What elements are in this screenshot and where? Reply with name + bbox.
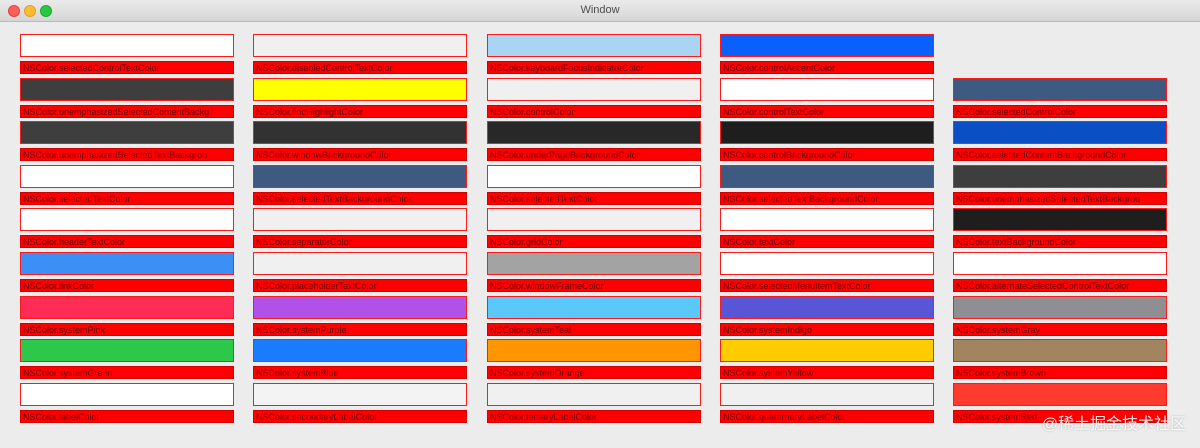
color-name-label: NSColor.unemphasizedSelectedTextBackgrou — [20, 148, 234, 161]
color-swatch — [20, 208, 234, 231]
color-name-label: NSColor.gridColor — [487, 235, 701, 248]
color-name-label: NSColor.tertiaryLabelColor — [487, 410, 701, 423]
color-name-label: NSColor.controlBackgroundColor — [720, 148, 934, 161]
color-name-label: NSColor.disabledControlTextColor — [253, 61, 467, 74]
color-swatch — [20, 34, 234, 57]
color-swatch — [953, 121, 1167, 144]
color-name-label: NSColor.underPageBackgroundColor — [487, 148, 701, 161]
color-name-label: NSColor.quaternaryLabelColor — [720, 410, 934, 423]
color-name-label: NSColor.selectedControlTextColor — [20, 61, 234, 74]
color-name-label: NSColor.labelColor — [20, 410, 234, 423]
color-swatch — [253, 296, 467, 319]
color-name-label: NSColor.keyboardFocusIndicatorColor — [487, 61, 701, 74]
color-name-label: NSColor.selectedTextBackgroundColor — [253, 192, 467, 205]
color-swatch — [20, 78, 234, 101]
color-name-label: NSColor.secondaryLabelColor — [253, 410, 467, 423]
color-name-label: NSColor.headerTextColor — [20, 235, 234, 248]
color-swatch — [720, 339, 934, 362]
color-swatch — [720, 252, 934, 275]
watermark: @稀土掘金技术社区 — [1041, 416, 1186, 433]
color-swatch — [253, 165, 467, 188]
color-name-label: NSColor.selectedTextColor — [487, 192, 701, 205]
color-name-label: NSColor.windowFrameColor — [487, 279, 701, 292]
color-swatch — [953, 383, 1167, 406]
color-name-label: NSColor.systemOrange — [487, 366, 701, 379]
color-swatch — [953, 296, 1167, 319]
color-name-label: NSColor.systemGray — [953, 323, 1167, 336]
color-name-label: NSColor.windowBackgroundColor — [253, 148, 467, 161]
color-swatch — [720, 121, 934, 144]
color-swatch — [487, 208, 701, 231]
color-name-label: NSColor.selectedControlColor — [953, 105, 1167, 118]
color-swatch — [20, 252, 234, 275]
color-swatch — [720, 383, 934, 406]
color-swatch — [487, 165, 701, 188]
color-swatch — [953, 208, 1167, 231]
color-swatch — [20, 121, 234, 144]
window-titlebar: Window — [0, 0, 1200, 22]
color-swatch — [720, 296, 934, 319]
color-name-label: NSColor.systemIndigo — [720, 323, 934, 336]
color-name-label: NSColor.selectedTextBackgroundColor — [720, 192, 934, 205]
color-name-label: NSColor.selectedMenuItemTextColor — [720, 279, 934, 292]
color-name-label: NSColor.controlColor — [487, 105, 701, 118]
color-name-label: NSColor.controlTextColor — [720, 105, 934, 118]
color-name-label: NSColor.findHighlightColor — [253, 105, 467, 118]
color-name-label: NSColor.controlAccentColor — [720, 61, 934, 74]
color-swatch — [953, 339, 1167, 362]
color-name-label: NSColor.unemphasizedSelectedContentBackg — [20, 105, 234, 118]
color-swatch — [487, 34, 701, 57]
color-swatch — [487, 296, 701, 319]
color-swatch — [953, 165, 1167, 188]
color-swatch — [720, 78, 934, 101]
color-swatch — [487, 252, 701, 275]
color-swatch — [720, 208, 934, 231]
color-name-label: NSColor.unemphasizedSelectedTextBackgrou — [953, 192, 1167, 205]
color-name-label: NSColor.alternateSelectedControlTextColo… — [953, 279, 1167, 292]
color-swatch — [253, 252, 467, 275]
color-swatch — [20, 165, 234, 188]
color-swatch — [487, 339, 701, 362]
color-name-label: NSColor.textColor — [720, 235, 934, 248]
color-name-label: NSColor.systemBlue — [253, 366, 467, 379]
color-swatch — [20, 296, 234, 319]
color-name-label: NSColor.separatorColor — [253, 235, 467, 248]
color-swatch — [487, 78, 701, 101]
color-swatch — [253, 78, 467, 101]
color-swatch — [487, 121, 701, 144]
color-name-label: NSColor.systemBrown — [953, 366, 1167, 379]
color-swatch — [253, 121, 467, 144]
color-name-label: NSColor.textBackgroundColor — [953, 235, 1167, 248]
color-swatch — [720, 165, 934, 188]
color-swatch — [253, 34, 467, 57]
color-swatch — [20, 339, 234, 362]
color-swatch — [487, 383, 701, 406]
color-swatch — [253, 383, 467, 406]
color-name-label: NSColor.selectedContentBackgroundColor — [953, 148, 1167, 161]
color-name-label: NSColor.systemPurple — [253, 323, 467, 336]
color-swatch — [20, 383, 234, 406]
color-name-label: NSColor.systemGreen — [20, 366, 234, 379]
color-name-label: NSColor.systemYellow — [720, 366, 934, 379]
color-name-label: NSColor.selectedTextColor — [20, 192, 234, 205]
color-swatch — [253, 208, 467, 231]
window-title: Window — [580, 4, 620, 16]
color-name-label: NSColor.systemTeal — [487, 323, 701, 336]
color-grid: NSColor.selectedControlTextColor NSColor.… — [0, 22, 1200, 448]
color-swatch — [953, 252, 1167, 275]
color-swatch — [953, 78, 1167, 101]
color-swatch — [720, 34, 934, 57]
color-swatch — [253, 339, 467, 362]
color-name-label: NSColor.linkColor — [20, 279, 234, 292]
color-name-label: NSColor.placeholderTextColor — [253, 279, 467, 292]
color-name-label: NSColor.systemPink — [20, 323, 234, 336]
